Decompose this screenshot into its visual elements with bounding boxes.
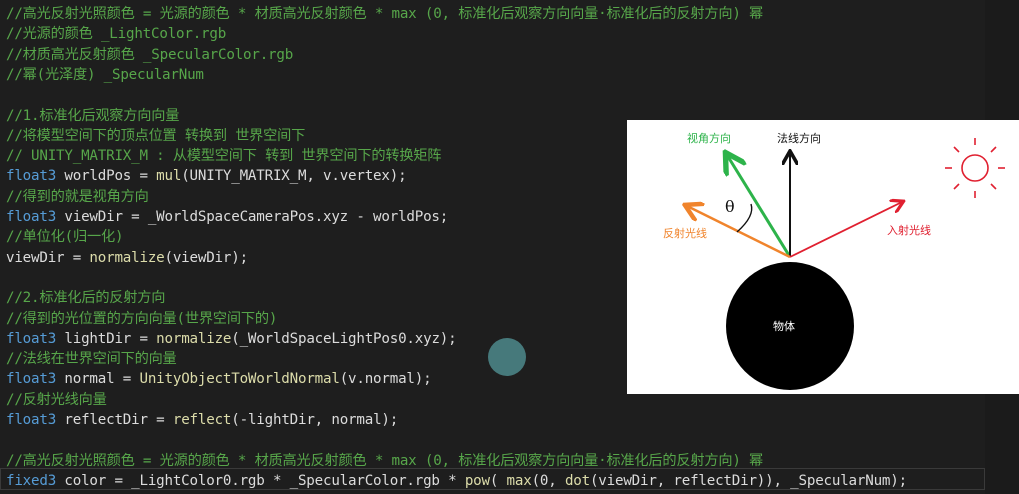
normal-direction-label: 法线方向 — [777, 131, 821, 145]
code-token: (UNITY_MATRIX_M, v.vertex); — [181, 168, 407, 185]
code-line[interactable]: float3 reflectDir = reflect(-lightDir, n… — [6, 410, 398, 430]
code-token: (_WorldSpaceLightPos0.xyz); — [231, 330, 457, 347]
code-line[interactable]: //幂(光泽度) _SpecularNum — [6, 65, 204, 85]
code-token: normalize — [89, 249, 165, 266]
code-line[interactable]: //得到的光位置的方向向量(世界空间下的) — [6, 309, 277, 329]
code-token: worldPos = — [56, 168, 157, 185]
object-label: 物体 — [773, 319, 795, 333]
code-token: pow — [464, 472, 490, 489]
incident-ray-label: 入射光线 — [887, 223, 931, 237]
code-token: //高光反射光照颜色 = 光源的颜色 * 材质高光反射颜色 * max (0, … — [6, 6, 764, 22]
code-token: mul — [156, 168, 182, 185]
code-token: (viewDir, reflectDir)), _SpecularNum); — [589, 472, 907, 489]
code-line[interactable]: viewDir = normalize(viewDir); — [6, 248, 248, 268]
code-token: float3 — [6, 371, 57, 388]
sun-icon — [945, 138, 1005, 198]
code-token: fixed3 — [6, 472, 57, 489]
code-token: //2.标准化后的反射方向 — [6, 290, 166, 307]
code-line[interactable]: //将模型空间下的顶点位置 转换到 世界空间下 — [6, 126, 305, 146]
code-token: (viewDir); — [164, 249, 249, 266]
code-token: normalize — [156, 330, 232, 347]
code-line[interactable]: //高光反射光照颜色 = 光源的颜色 * 材质高光反射颜色 * max (0, … — [6, 451, 763, 471]
reflection-diagram: 视角方向 法线方向 反射光线 入射光线 θ 物体 — [627, 120, 1019, 394]
code-token: float3 — [6, 168, 57, 185]
code-token: reflectDir = — [56, 412, 173, 428]
code-token: viewDir = _WorldSpaceCameraPos.xyz - wor… — [56, 209, 449, 225]
reflect-ray-label: 反射光线 — [663, 226, 707, 240]
theta-label: θ — [725, 197, 735, 216]
code-token: ( — [489, 472, 507, 489]
code-token: max — [506, 472, 532, 489]
code-line[interactable]: float3 lightDir = normalize(_WorldSpaceL… — [6, 329, 457, 349]
cursor-highlight-circle — [488, 338, 526, 376]
code-token: //得到的光位置的方向向量(世界空间下的) — [6, 310, 278, 327]
code-line[interactable]: fixed3 color = _LightColor0.rgb * _Specu… — [6, 471, 907, 491]
code-token: (-lightDir, normal); — [231, 412, 399, 428]
code-token: //幂(光泽度) _SpecularNum — [6, 66, 204, 83]
code-token: //得到的就是视角方向 — [6, 188, 149, 205]
reflection-diagram-svg: 视角方向 法线方向 反射光线 入射光线 θ 物体 — [663, 131, 1005, 390]
code-token: //单位化(归一化) — [6, 229, 124, 246]
code-token: //反射光线向量 — [6, 391, 107, 408]
code-token: // UNITY_MATRIX_M : 从模型空间下 转到 世界空间下的转换矩阵 — [6, 148, 442, 165]
code-token: viewDir = — [6, 249, 90, 266]
code-token: float3 — [6, 209, 57, 225]
code-token: float3 — [6, 412, 57, 428]
code-line[interactable]: //材质高光反射颜色 _SpecularColor.rgb — [6, 45, 293, 65]
code-token: reflect — [172, 412, 232, 428]
code-token: //材质高光反射颜色 _SpecularColor.rgb — [6, 46, 294, 63]
code-token: float3 — [6, 330, 57, 347]
code-token: //法线在世界空间下的向量 — [6, 351, 177, 368]
code-line[interactable]: //反射光线向量 — [6, 390, 107, 410]
code-token: (0, — [531, 472, 565, 489]
code-line[interactable]: // UNITY_MATRIX_M : 从模型空间下 转到 世界空间下的转换矩阵 — [6, 146, 441, 166]
code-line[interactable]: //单位化(归一化) — [6, 227, 123, 247]
code-token: UnityObjectToWorldNormal — [139, 371, 340, 388]
angle-arc — [736, 203, 753, 233]
code-line[interactable]: //得到的就是视角方向 — [6, 187, 149, 207]
incident-ray-arrow — [789, 202, 902, 258]
code-line[interactable]: //法线在世界空间下的向量 — [6, 349, 177, 369]
code-token: //光源的颜色 _LightColor.rgb — [6, 26, 227, 43]
code-line[interactable]: //高光反射光照颜色 = 光源的颜色 * 材质高光反射颜色 * max (0, … — [6, 4, 763, 24]
code-token: normal = — [56, 371, 140, 388]
code-line[interactable]: float3 viewDir = _WorldSpaceCameraPos.xy… — [6, 207, 448, 227]
code-token: lightDir = — [56, 330, 157, 347]
code-line[interactable]: float3 worldPos = mul(UNITY_MATRIX_M, v.… — [6, 166, 407, 186]
code-token: //1.标准化后观察方向向量 — [6, 107, 180, 124]
code-token: (v.normal); — [339, 371, 432, 388]
code-token: color = _LightColor0.rgb * _SpecularColo… — [56, 472, 465, 489]
code-line[interactable]: //光源的颜色 _LightColor.rgb — [6, 24, 226, 44]
code-line[interactable]: //2.标准化后的反射方向 — [6, 288, 165, 308]
code-token: dot — [564, 472, 590, 489]
code-line[interactable]: //1.标准化后观察方向向量 — [6, 106, 179, 126]
view-direction-label: 视角方向 — [687, 131, 731, 145]
code-line[interactable]: float3 normal = UnityObjectToWorldNormal… — [6, 369, 432, 389]
code-token: //将模型空间下的顶点位置 转换到 世界空间下 — [6, 127, 306, 144]
code-token: //高光反射光照颜色 = 光源的颜色 * 材质高光反射颜色 * max (0, … — [6, 452, 764, 469]
